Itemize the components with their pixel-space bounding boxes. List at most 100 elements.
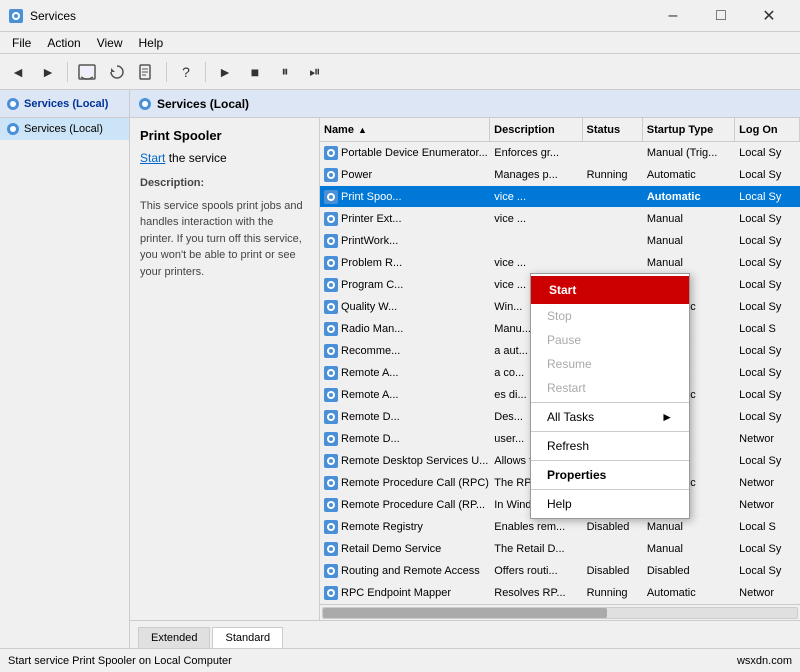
sidebar-header[interactable]: Services (Local) <box>0 90 129 118</box>
status-right: wsxdn.com <box>737 655 792 667</box>
forward-button[interactable]: ► <box>34 58 62 86</box>
ctx-all-tasks[interactable]: All Tasks ► <box>531 405 689 429</box>
console-button[interactable] <box>73 58 101 86</box>
service-cell-logon: Networ <box>735 428 800 449</box>
service-icon <box>324 212 338 226</box>
service-icon <box>324 278 338 292</box>
ctx-start[interactable]: Start <box>531 276 689 304</box>
menu-action[interactable]: Action <box>39 34 88 52</box>
service-icon <box>324 498 338 512</box>
header-name[interactable]: Name ▲ <box>320 118 490 141</box>
pause-button[interactable]: ⏸ <box>271 58 299 86</box>
header-status[interactable]: Status <box>583 118 643 141</box>
ctx-resume[interactable]: Resume <box>531 352 689 376</box>
ctx-sep-2 <box>531 431 689 432</box>
service-cell-name: Remote Procedure Call (RP... <box>320 494 490 515</box>
service-cell-name: Print Spoo... <box>320 186 490 207</box>
service-cell-name: Portable Device Enumerator... <box>320 142 490 163</box>
ctx-stop[interactable]: Stop <box>531 304 689 328</box>
service-cell-status <box>583 230 643 251</box>
ctx-pause[interactable]: Pause <box>531 328 689 352</box>
export-button[interactable] <box>133 58 161 86</box>
service-icon <box>324 542 338 556</box>
header-startup[interactable]: Startup Type <box>643 118 735 141</box>
service-row[interactable]: Portable Device Enumerator...Enforces gr… <box>320 142 800 164</box>
detail-panel: Print Spooler Start the service Descript… <box>130 118 320 620</box>
scrollbar-thumb[interactable] <box>323 608 607 618</box>
back-button[interactable]: ◄ <box>4 58 32 86</box>
context-menu: Start Stop Pause Resume Restart All Task… <box>530 273 690 519</box>
service-row[interactable]: Routing and Remote AccessOffers routi...… <box>320 560 800 582</box>
ctx-restart[interactable]: Restart <box>531 376 689 400</box>
tab-extended[interactable]: Extended <box>138 627 210 648</box>
maximize-button[interactable]: □ <box>698 0 744 32</box>
service-row[interactable]: PrintWork...ManualLocal Sy <box>320 230 800 252</box>
arrow-icon: ► <box>661 410 673 424</box>
main-area: Services (Local) Services (Local) Servic… <box>0 90 800 648</box>
service-name-text: Remote Procedure Call (RP... <box>341 499 485 511</box>
help-toolbar-button[interactable]: ? <box>172 58 200 86</box>
tab-standard[interactable]: Standard <box>212 627 283 648</box>
pane-header-icon <box>138 97 152 111</box>
service-cell-name: Remote Desktop Services U... <box>320 450 490 471</box>
title-bar: Services – □ ✕ <box>0 0 800 32</box>
header-logon[interactable]: Log On <box>735 118 800 141</box>
service-cell-logon: Local Sy <box>735 538 800 559</box>
right-content: Services (Local) Print Spooler Start the… <box>130 90 800 648</box>
service-row[interactable]: Printer Ext...vice ...ManualLocal Sy <box>320 208 800 230</box>
ctx-help[interactable]: Help <box>531 492 689 516</box>
services-icon <box>6 97 20 111</box>
service-cell-logon: Local Sy <box>735 560 800 581</box>
service-row[interactable]: Retail Demo ServiceThe Retail D...Manual… <box>320 538 800 560</box>
menu-help[interactable]: Help <box>131 34 172 52</box>
detail-service-name: Print Spooler <box>140 128 309 143</box>
detail-start-link[interactable]: Start <box>140 151 165 165</box>
close-button[interactable]: ✕ <box>746 0 792 32</box>
service-cell-status: Running <box>583 164 643 185</box>
sort-arrow: ▲ <box>358 125 367 135</box>
service-cell-name: Program C... <box>320 274 490 295</box>
resume-button[interactable]: ⏯ <box>301 58 329 86</box>
service-cell-desc: Enforces gr... <box>490 142 582 163</box>
service-cell-desc: Resolves RP... <box>490 582 582 603</box>
service-name-text: RPC Endpoint Mapper <box>341 587 451 599</box>
service-cell-startup: Disabled <box>643 560 735 581</box>
refresh-toolbar-button[interactable] <box>103 58 131 86</box>
toolbar-separator-1 <box>67 62 68 82</box>
header-description[interactable]: Description <box>490 118 582 141</box>
service-cell-name: PrintWork... <box>320 230 490 251</box>
service-cell-startup: Manual <box>643 538 735 559</box>
service-row[interactable]: Problem R...vice ...ManualLocal Sy <box>320 252 800 274</box>
service-name-text: Remote D... <box>341 433 400 445</box>
menu-view[interactable]: View <box>89 34 131 52</box>
service-name-text: Recomme... <box>341 345 400 357</box>
ctx-properties[interactable]: Properties <box>531 463 689 487</box>
service-icon <box>324 190 338 204</box>
play-button[interactable]: ► <box>211 58 239 86</box>
service-name-text: Problem R... <box>341 257 402 269</box>
toolbar-separator-2 <box>166 62 167 82</box>
ctx-refresh[interactable]: Refresh <box>531 434 689 458</box>
menu-file[interactable]: File <box>4 34 39 52</box>
pane-header-title: Services (Local) <box>157 97 249 111</box>
service-row[interactable]: PowerManages p...RunningAutomaticLocal S… <box>320 164 800 186</box>
service-cell-desc: Offers routi... <box>490 560 582 581</box>
sidebar-services-icon <box>6 122 20 136</box>
service-cell-logon: Local Sy <box>735 142 800 163</box>
toolbar: ◄ ► ? ► ■ ⏸ ⏯ <box>0 54 800 90</box>
stop-button[interactable]: ■ <box>241 58 269 86</box>
service-icon <box>324 476 338 490</box>
service-cell-name: Power <box>320 164 490 185</box>
service-row[interactable]: Remote RegistryEnables rem...DisabledMan… <box>320 516 800 538</box>
service-row[interactable]: Print Spoo...vice ...AutomaticLocal Sy <box>320 186 800 208</box>
service-name-text: Quality W... <box>341 301 397 313</box>
service-cell-status: Disabled <box>583 560 643 581</box>
scrollbar-track[interactable] <box>322 607 798 619</box>
service-cell-status <box>583 252 643 273</box>
service-cell-name: Remote A... <box>320 362 490 383</box>
service-row[interactable]: RPC Endpoint MapperResolves RP...Running… <box>320 582 800 604</box>
service-icon <box>324 520 338 534</box>
sidebar-item-services-local[interactable]: Services (Local) <box>0 118 129 140</box>
horizontal-scrollbar[interactable] <box>320 604 800 620</box>
minimize-button[interactable]: – <box>650 0 696 32</box>
